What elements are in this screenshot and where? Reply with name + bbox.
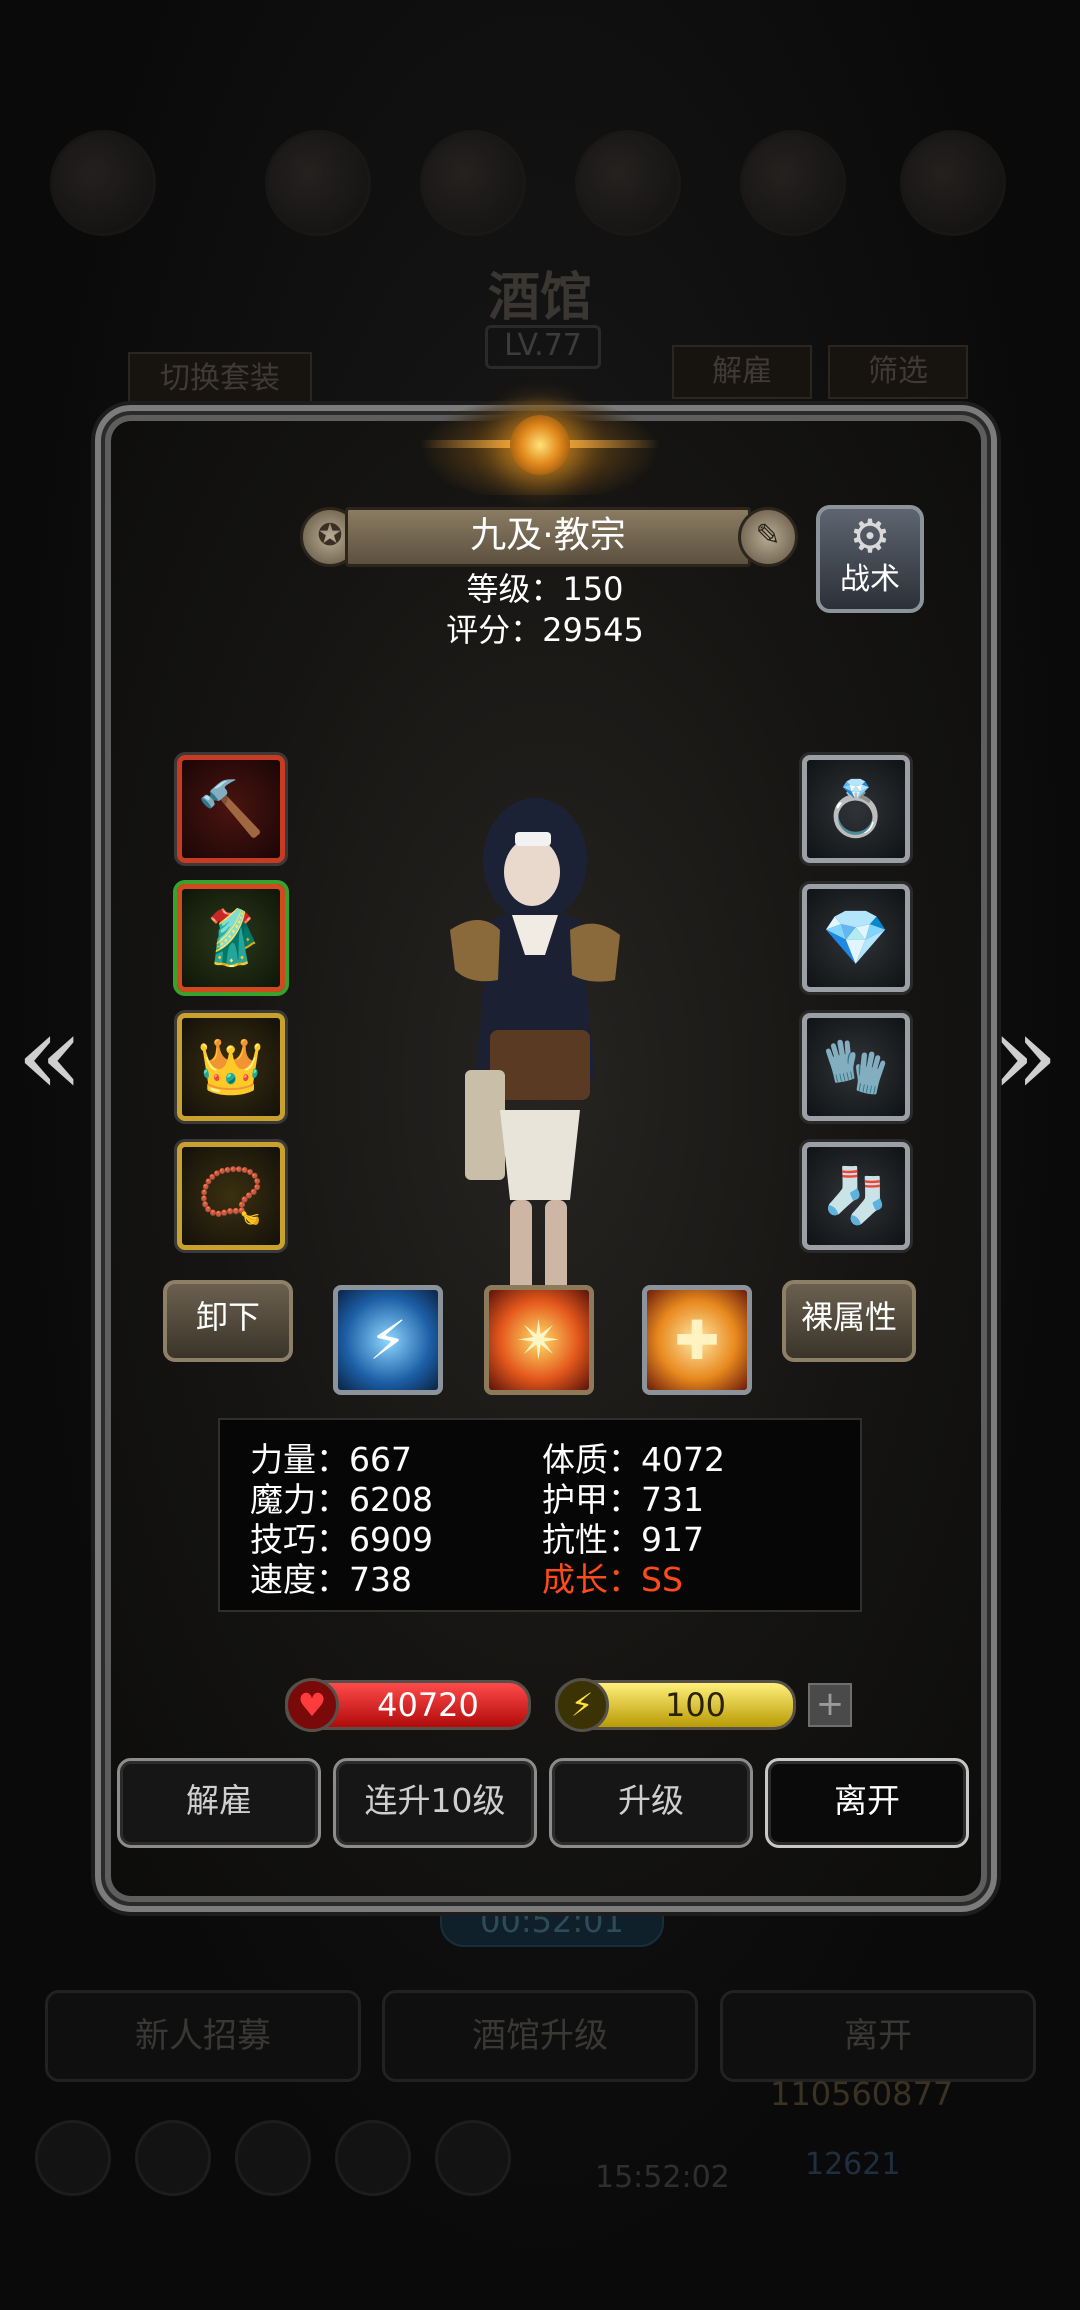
stats-panel: 力量：667 魔力：6208 技巧：6909 速度：738 体质：4072 护甲… <box>218 1418 862 1612</box>
bg-dock-icon <box>135 2120 211 2196</box>
stat-strength: 力量：667 <box>250 1440 412 1479</box>
background-title: 酒馆 <box>487 267 592 328</box>
stat-growth: 成长：SS <box>542 1560 683 1599</box>
leave-button[interactable]: 离开 <box>765 1758 969 1848</box>
bg-leave-button: 离开 <box>720 1990 1036 2082</box>
dismiss-button[interactable]: 解雇 <box>117 1758 321 1848</box>
bg-dismiss-button: 解雇 <box>672 345 812 399</box>
lightning-icon: ⚡ <box>555 1678 609 1732</box>
equip-slot-gloves[interactable]: 🧤 <box>802 1013 910 1121</box>
robe-icon: 🥻 <box>197 906 265 969</box>
stat-resistance: 抗性：917 <box>542 1520 704 1559</box>
ring-icon: 💍 <box>822 777 890 840</box>
heart-icon: ♥ <box>285 1678 339 1732</box>
skill-slot-1[interactable]: ⚡ <box>333 1285 443 1395</box>
bg-upgrade-tavern-button: 酒馆升级 <box>382 1990 698 2082</box>
hammer-icon: 🔨 <box>197 777 265 840</box>
level-up-button[interactable]: 升级 <box>549 1758 753 1848</box>
previous-hero-chevron-left-icon[interactable]: « <box>15 1000 85 1110</box>
holy-cross-skill-icon: ✚ <box>674 1308 720 1372</box>
radiant-star-skill-icon: ✴ <box>516 1308 562 1372</box>
lightning-skill-icon: ⚡ <box>369 1308 407 1372</box>
hero-name: 九及·教宗 <box>345 507 751 567</box>
bg-filter-button: 筛选 <box>828 345 968 399</box>
stat-speed: 速度：738 <box>250 1560 412 1599</box>
bg-menu-icon <box>740 130 846 236</box>
bg-menu-icon <box>265 130 371 236</box>
amulet-icon: 📿 <box>197 1164 265 1227</box>
background-top-icon-row <box>50 120 1030 240</box>
background-gold-amount: 110560877 <box>770 2075 954 2113</box>
equip-slot-necklace[interactable]: 📿 <box>177 1142 285 1250</box>
crown-icon: 👑 <box>197 1035 265 1098</box>
crystal-icon: 💎 <box>822 906 890 969</box>
bg-menu-icon <box>420 130 526 236</box>
mail-boot-icon: 🧦 <box>822 1164 890 1227</box>
add-energy-plus-button[interactable]: + <box>808 1683 852 1727</box>
gear-icon: ⚙ <box>849 509 891 563</box>
stat-armor: 护甲：731 <box>542 1480 704 1519</box>
unequip-button[interactable]: 卸下 <box>163 1280 293 1362</box>
mail-glove-icon: 🧤 <box>822 1035 890 1098</box>
level-up-10-button[interactable]: 连升10级 <box>333 1758 537 1848</box>
stat-constitution: 体质：4072 <box>542 1440 725 1479</box>
bg-recruit-button: 新人招募 <box>45 1990 361 2082</box>
bg-switch-outfit-button: 切换套装 <box>128 352 312 406</box>
stat-skill: 技巧：6909 <box>250 1520 433 1559</box>
background-clock: 15:52:02 <box>595 2160 730 2195</box>
bg-dock-icon <box>35 2120 111 2196</box>
background-gem-amount: 12621 <box>805 2147 901 2182</box>
equip-slot-helmet[interactable]: 👑 <box>177 1013 285 1121</box>
sun-emblem-icon <box>510 415 570 475</box>
equip-slot-ring[interactable]: 💍 <box>802 755 910 863</box>
base-attributes-button[interactable]: 裸属性 <box>782 1280 916 1362</box>
background-level: LV.77 <box>485 325 601 369</box>
bg-dock-icon <box>235 2120 311 2196</box>
rename-edit-icon[interactable]: ✎ <box>738 507 798 567</box>
equip-slot-armor[interactable]: 🥻 <box>177 884 285 992</box>
bg-dock-icon <box>335 2120 411 2196</box>
bg-menu-icon <box>900 130 1006 236</box>
bg-menu-icon <box>575 130 681 236</box>
next-hero-chevron-right-icon[interactable]: » <box>990 1000 1060 1110</box>
hero-level: 等级：150 <box>466 570 624 608</box>
equip-slot-gem[interactable]: 💎 <box>802 884 910 992</box>
tactics-button[interactable]: ⚙ 战术 <box>816 505 924 613</box>
bg-menu-icon <box>50 130 156 236</box>
stat-magic: 魔力：6208 <box>250 1480 433 1519</box>
hero-score: 评分：29545 <box>446 611 644 649</box>
tactics-label: 战术 <box>840 562 900 597</box>
bg-dock-icon <box>435 2120 511 2196</box>
equip-slot-boots[interactable]: 🧦 <box>802 1142 910 1250</box>
skill-slot-3[interactable]: ✚ <box>642 1285 752 1395</box>
equip-slot-weapon[interactable]: 🔨 <box>177 755 285 863</box>
skill-slot-2[interactable]: ✴ <box>484 1285 594 1395</box>
